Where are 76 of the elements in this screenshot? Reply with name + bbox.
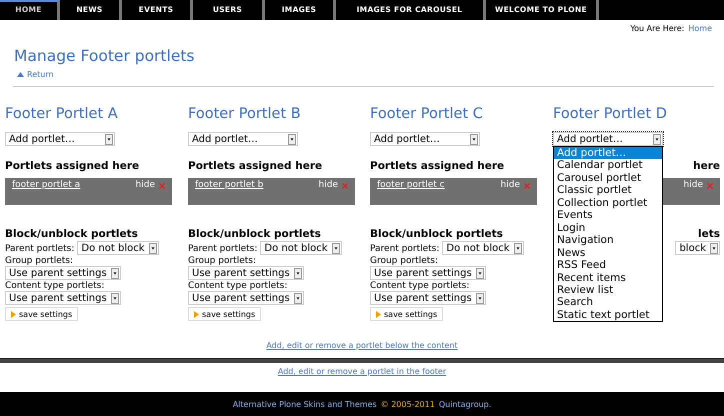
- hide-link[interactable]: hide: [136, 180, 155, 190]
- footer-text: Alternative Plone Skins and Themes: [232, 400, 377, 408]
- portlet-link[interactable]: footer portlet b: [195, 180, 264, 190]
- section-heading: Block/unblock portlets: [370, 228, 503, 240]
- add-portlet-select[interactable]: Add portlet…: [188, 132, 298, 146]
- breadcrumb-link[interactable]: Home: [688, 24, 712, 33]
- portlet-link[interactable]: footer portlet c: [377, 180, 445, 190]
- field-label: Group portlets:: [370, 256, 438, 266]
- delete-icon[interactable]: [707, 183, 713, 189]
- group-portlets-select[interactable]: Use parent settings: [188, 266, 304, 280]
- parent-portlets-select[interactable]: block: [675, 241, 720, 255]
- section-heading: Block/unblock portlets: [5, 228, 138, 240]
- dropdown-option[interactable]: RSS Feed: [554, 259, 662, 272]
- dropdown-option[interactable]: Search: [554, 296, 662, 309]
- parent-portlets-select[interactable]: Do not block: [260, 241, 342, 255]
- section-heading: Portlets assigned here: [5, 160, 140, 172]
- section-heading: lets: [698, 228, 720, 240]
- field-label: Parent portlets:: [5, 244, 74, 254]
- column-heading: Footer Portlet D: [553, 105, 667, 123]
- content-type-select[interactable]: Use parent settings: [370, 291, 486, 305]
- parent-portlets-select[interactable]: Do not block: [77, 241, 159, 255]
- return-link[interactable]: Return: [17, 70, 54, 79]
- add-portlet-select[interactable]: Add portlet…: [5, 132, 115, 146]
- field-label: Content type portlets:: [188, 281, 288, 291]
- dropdown-option[interactable]: Calendar portlet: [554, 159, 662, 172]
- delete-icon[interactable]: [159, 183, 165, 189]
- dropdown-option[interactable]: News: [554, 246, 662, 260]
- dropdown-option[interactable]: Classic portlet: [554, 184, 662, 197]
- up-arrow-icon: [17, 72, 24, 77]
- company-link[interactable]: Quintagroup.: [438, 400, 492, 408]
- column-heading: Footer Portlet C: [370, 105, 483, 123]
- section-heading: here: [693, 160, 720, 172]
- hide-link[interactable]: hide: [684, 180, 703, 190]
- section-heading: Portlets assigned here: [188, 160, 322, 172]
- add-portlet-select[interactable]: Add portlet…: [370, 132, 480, 146]
- dropdown-option[interactable]: Recent items: [554, 272, 662, 284]
- dropdown-option[interactable]: Login: [554, 222, 662, 234]
- chevron-icon: [376, 310, 381, 318]
- delete-icon[interactable]: [524, 183, 530, 189]
- dropdown-option[interactable]: Navigation: [554, 234, 662, 247]
- content-type-select[interactable]: Use parent settings: [188, 291, 304, 305]
- hide-link[interactable]: hide: [500, 180, 520, 190]
- section-heading: Block/unblock portlets: [188, 228, 321, 240]
- add-portlet-select[interactable]: Add portlet…: [553, 132, 663, 146]
- group-portlets-select[interactable]: Use parent settings: [5, 266, 121, 280]
- page-title: Manage Footer portlets: [14, 47, 195, 65]
- dropdown-option[interactable]: Static text portlet: [554, 308, 662, 322]
- column-heading: Footer Portlet B: [188, 105, 301, 123]
- dropdown-option[interactable]: Add portlet…: [554, 147, 662, 160]
- field-label: Group portlets:: [5, 256, 73, 266]
- chevron-icon: [194, 310, 199, 318]
- breadcrumb-label: You Are Here:: [630, 24, 684, 33]
- group-portlets-select[interactable]: Use parent settings: [370, 266, 486, 280]
- footer-link[interactable]: Add, edit or remove a portlet in the footer: [278, 367, 446, 376]
- below-content-link[interactable]: Add, edit or remove a portlet below the content: [266, 341, 458, 350]
- field-label: Content type portlets:: [370, 281, 470, 291]
- delete-icon[interactable]: [342, 183, 348, 189]
- field-label: Parent portlets:: [370, 244, 440, 254]
- content-type-select[interactable]: Use parent settings: [5, 291, 121, 305]
- field-label: Content type portlets:: [5, 281, 104, 291]
- dropdown-option[interactable]: Review list: [554, 284, 662, 296]
- parent-portlets-select[interactable]: Do not block: [442, 241, 524, 255]
- section-heading: Portlets assigned here: [370, 160, 504, 172]
- save-button[interactable]: save settings: [188, 307, 262, 321]
- field-label: Parent portlets:: [188, 244, 258, 254]
- dropdown-option[interactable]: Carousel portlet: [554, 172, 662, 184]
- copyright-text: © 2005-2011: [380, 400, 435, 408]
- dropdown-option[interactable]: Events: [554, 209, 662, 222]
- chevron-icon: [11, 310, 16, 318]
- portlet-link[interactable]: footer portlet a: [12, 180, 80, 190]
- save-button[interactable]: save settings: [5, 307, 78, 321]
- hide-link[interactable]: hide: [318, 180, 338, 190]
- column-heading: Footer Portlet A: [5, 105, 118, 123]
- save-button[interactable]: save settings: [370, 307, 444, 321]
- field-label: Group portlets:: [188, 256, 256, 266]
- dropdown-option[interactable]: Collection portlet: [554, 196, 662, 210]
